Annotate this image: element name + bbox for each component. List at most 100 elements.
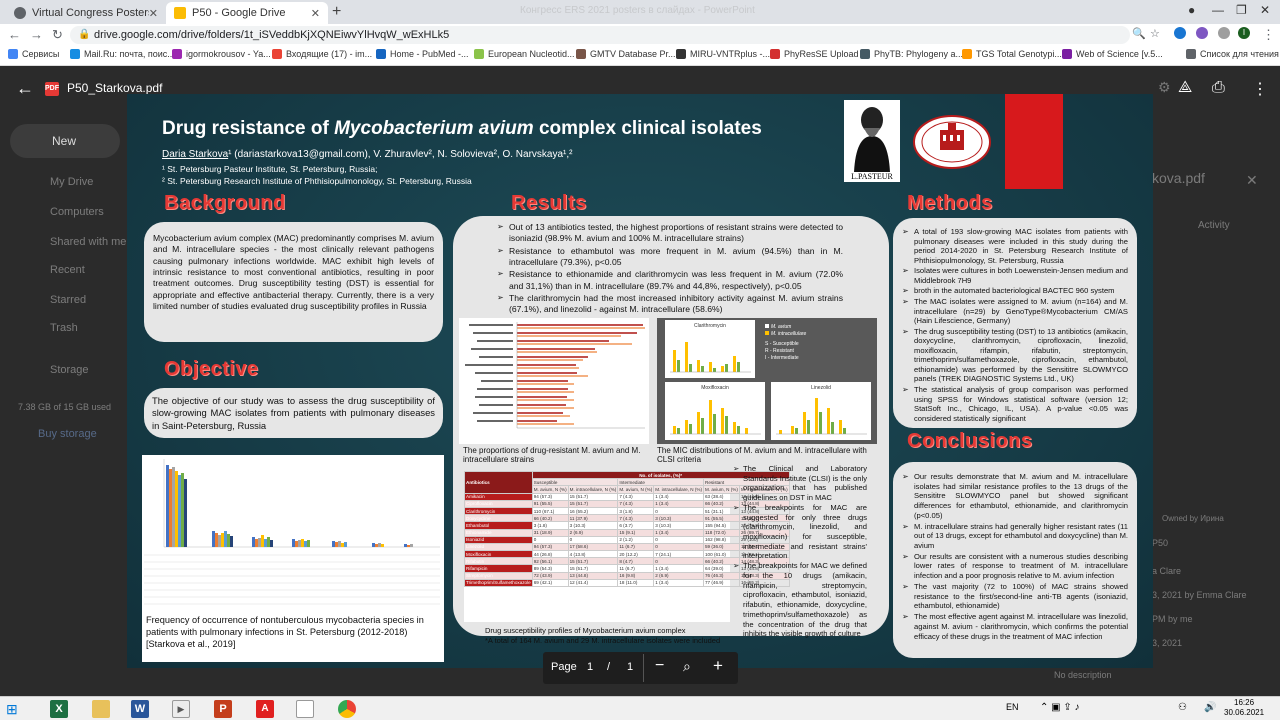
bookmark-item[interactable]: Web of Science [v.5... <box>1062 49 1163 59</box>
excel-icon[interactable]: X <box>50 700 68 718</box>
close-tab-icon[interactable]: ✕ <box>149 7 158 20</box>
profile-avatar[interactable]: I <box>1238 27 1250 39</box>
table-cell: 1 (3.4) <box>653 528 704 537</box>
bookmark-item[interactable]: PhyTB: Phylogeny a... <box>860 49 963 59</box>
add-shortcut-icon[interactable]: ⟁ <box>1178 79 1192 97</box>
description-label: No description <box>1054 670 1112 680</box>
acrobat-icon[interactable]: A <box>256 700 274 718</box>
minimize-icon[interactable]: — <box>1212 3 1224 17</box>
table-cell: 94 (57.3) <box>531 492 569 501</box>
bookmark-item[interactable]: Входящие (17) - im... <box>272 49 372 59</box>
clock[interactable]: 16:26 30.06.2021 <box>1224 698 1264 718</box>
proportion-bars <box>517 324 645 425</box>
reload-icon[interactable]: ↻ <box>52 27 63 43</box>
conclusion-bullet: M. intracellulare strains had generally … <box>902 522 1128 551</box>
new-tab-icon[interactable]: + <box>332 3 341 21</box>
close-details-icon[interactable]: ✕ <box>1246 172 1258 189</box>
table-drug-cell: Streptomycin <box>464 571 533 580</box>
volume-icon[interactable]: 🔊 <box>1204 702 1216 713</box>
close-window-icon[interactable]: ✕ <box>1260 3 1270 17</box>
table-drug-cell: Ethionamide <box>464 528 533 537</box>
powerpoint-icon[interactable]: P <box>214 700 232 718</box>
language-indicator[interactable]: EN <box>1006 702 1019 712</box>
methods-box: A total of 193 slow-growing MAC isolates… <box>893 218 1137 428</box>
page-current-input[interactable]: 1 <box>587 661 593 673</box>
file-explorer-icon[interactable] <box>92 700 110 718</box>
close-tab-icon[interactable]: ✕ <box>311 7 320 20</box>
table-drug-cell: Amikacin <box>464 492 533 501</box>
sidebar-item-computers[interactable]: Computers <box>50 206 104 218</box>
affiliation-2: ² St. Petersburg Research Institute of P… <box>162 176 472 186</box>
puzzle-icon[interactable] <box>1218 27 1230 39</box>
star-icon[interactable]: ☆ <box>1150 27 1160 40</box>
more-options-icon[interactable]: ⋮ <box>1252 79 1268 99</box>
sidebar-item-trash[interactable]: Trash <box>50 322 78 334</box>
word-icon[interactable]: W <box>131 700 149 718</box>
page-total: 1 <box>627 661 634 673</box>
page-separator: / <box>607 661 611 673</box>
chrome-icon[interactable] <box>338 700 356 718</box>
bookmark-item[interactable]: GMTV Database Pr... <box>576 49 676 59</box>
settings-icon[interactable]: ⚙ <box>1158 79 1171 96</box>
buy-storage-link[interactable]: Buy storage <box>38 428 97 440</box>
tab-label: P50 - Google Drive <box>192 7 286 19</box>
result-bullet: Resistance to ethambutol was more freque… <box>497 246 843 269</box>
clsi-bullet: ➢ The Clinical and Laboratory Standards I… <box>733 464 867 503</box>
reading-list-icon <box>1186 49 1196 59</box>
bookmark-item[interactable]: TGS Total Genotypi... <box>962 49 1062 59</box>
table-cell: 15 (51.7) <box>567 499 619 508</box>
table-cell: 3 (1.8) <box>531 521 569 530</box>
activity-tab[interactable]: Activity <box>1198 220 1230 231</box>
restore-icon[interactable]: ❐ <box>1236 3 1247 17</box>
forward-arrow-icon[interactable]: → <box>30 27 43 42</box>
bookmark-item[interactable]: MIRU-VNTRplus -... <box>676 49 770 59</box>
table-cell: 11 (6.7) <box>617 542 655 552</box>
pasteur-logo: L.PASTEUR <box>844 100 900 182</box>
background-box: Mycobacterium avium complex (MAC) predom… <box>144 222 443 342</box>
table-drug-cell: Trimethoprim/Sulfamethoxazole <box>464 578 533 588</box>
bookmark-item[interactable]: Сервисы <box>8 49 59 59</box>
sidebar-item-my-drive[interactable]: My Drive <box>50 176 93 188</box>
zoom-in-icon[interactable]: + <box>713 656 723 676</box>
windows-start-icon[interactable]: ⊞ <box>6 700 24 718</box>
sidebar-item-shared[interactable]: Shared with me <box>50 236 126 248</box>
proportion-labels <box>465 324 513 422</box>
tray-icons[interactable]: ⌃ ▣ ⇪ ♪ <box>1040 702 1080 713</box>
notepad-icon[interactable] <box>296 700 314 718</box>
bookmark-item[interactable]: igormokrousov - Ya... <box>172 49 271 59</box>
mic-legend: M. avium M. intracellulare S - Susceptib… <box>765 324 807 361</box>
table-cell: 3 (10.3) <box>567 521 619 530</box>
network-icon[interactable]: ⚇ <box>1178 702 1187 713</box>
table-drug-cell: Clarithromycin <box>464 506 533 516</box>
bookmark-item[interactable]: Home - PubMed -... <box>376 49 469 59</box>
table-cell: 0 <box>653 506 704 516</box>
storage-usage: 7.38 GB of 15 GB used <box>18 402 112 412</box>
bookmark-item[interactable]: PhyResSE Upload <box>770 49 859 59</box>
zoom-out-icon[interactable]: − <box>655 657 664 675</box>
zoom-icon[interactable]: ⌕ <box>683 658 691 675</box>
bookmark-item[interactable]: Mail.Ru: почта, поис... <box>70 49 175 59</box>
extension-icon[interactable] <box>1174 27 1186 39</box>
browser-tab-drive[interactable]: P50 - Google Drive ✕ <box>166 2 328 24</box>
media-player-icon[interactable]: ▶ <box>172 700 190 718</box>
search-icon[interactable]: 🔍 <box>1132 27 1146 40</box>
page-label: Page <box>551 661 577 673</box>
reading-list[interactable]: Список для чтения <box>1186 49 1279 59</box>
table-cell: 94 (57.3) <box>531 542 569 552</box>
record-icon[interactable]: ● <box>1188 3 1195 17</box>
url-field[interactable]: 🔒 drive.google.com/drive/folders/1t_iSVe… <box>70 26 1130 44</box>
menu-dots-icon[interactable]: ⋮ <box>1262 27 1275 43</box>
sidebar-item-starred[interactable]: Starred <box>50 294 86 306</box>
sidebar-item-recent[interactable]: Recent <box>50 264 85 276</box>
back-arrow-icon[interactable]: ← <box>8 27 21 42</box>
conclusion-bullet: The most effective agent against M. intr… <box>902 612 1128 641</box>
sidebar-item-storage[interactable]: Storage <box>50 364 89 376</box>
extension-en-icon[interactable] <box>1196 27 1208 39</box>
print-icon[interactable]: ⎙ <box>1212 79 1225 97</box>
gmtv-icon <box>576 49 586 59</box>
table-cell: 15 (51.7) <box>567 564 619 573</box>
browser-tab-congress[interactable]: Virtual Congress Posters 2021 ✕ <box>6 2 166 24</box>
wos-icon <box>1062 49 1072 59</box>
back-arrow-icon[interactable]: ← <box>16 78 34 99</box>
bookmark-item[interactable]: European Nucleotid... <box>474 49 575 59</box>
